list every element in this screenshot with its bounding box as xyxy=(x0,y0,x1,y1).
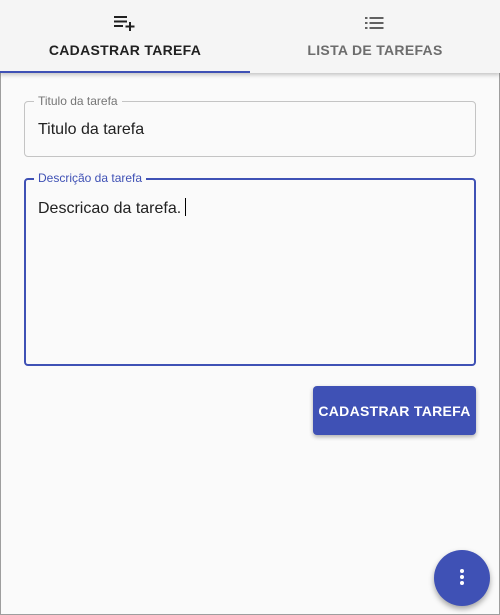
text-caret xyxy=(185,198,187,216)
tab-lista-de-tarefas[interactable]: LISTA DE TAREFAS xyxy=(250,0,500,73)
tab-cadastrar-tarefa[interactable]: CADASTRAR TAREFA xyxy=(0,0,250,73)
description-field[interactable]: Descrição da tarefa Descricao da tarefa. xyxy=(24,171,476,366)
list-icon xyxy=(365,13,385,33)
title-field-label: Titulo da tarefa xyxy=(34,94,122,108)
title-field-value: Titulo da tarefa xyxy=(38,121,145,138)
description-field-label: Descrição da tarefa xyxy=(34,171,147,185)
description-field-value-wrap: Descricao da tarefa. xyxy=(38,198,187,218)
submit-task-button[interactable]: CADASTRAR TAREFA xyxy=(313,386,476,435)
tab-label: LISTA DE TAREFAS xyxy=(307,42,443,58)
description-field-value: Descricao da tarefa. xyxy=(38,200,182,217)
more-vertical-icon xyxy=(459,568,465,589)
tab-bar: CADASTRAR TAREFA LISTA DE TAREFAS xyxy=(0,0,500,73)
playlist-add-icon xyxy=(114,13,136,33)
tab-label: CADASTRAR TAREFA xyxy=(48,42,202,58)
title-field[interactable]: Titulo da tarefa Titulo da tarefa xyxy=(24,94,476,157)
active-tab-indicator xyxy=(0,71,250,73)
fab-more-button[interactable] xyxy=(434,550,490,606)
